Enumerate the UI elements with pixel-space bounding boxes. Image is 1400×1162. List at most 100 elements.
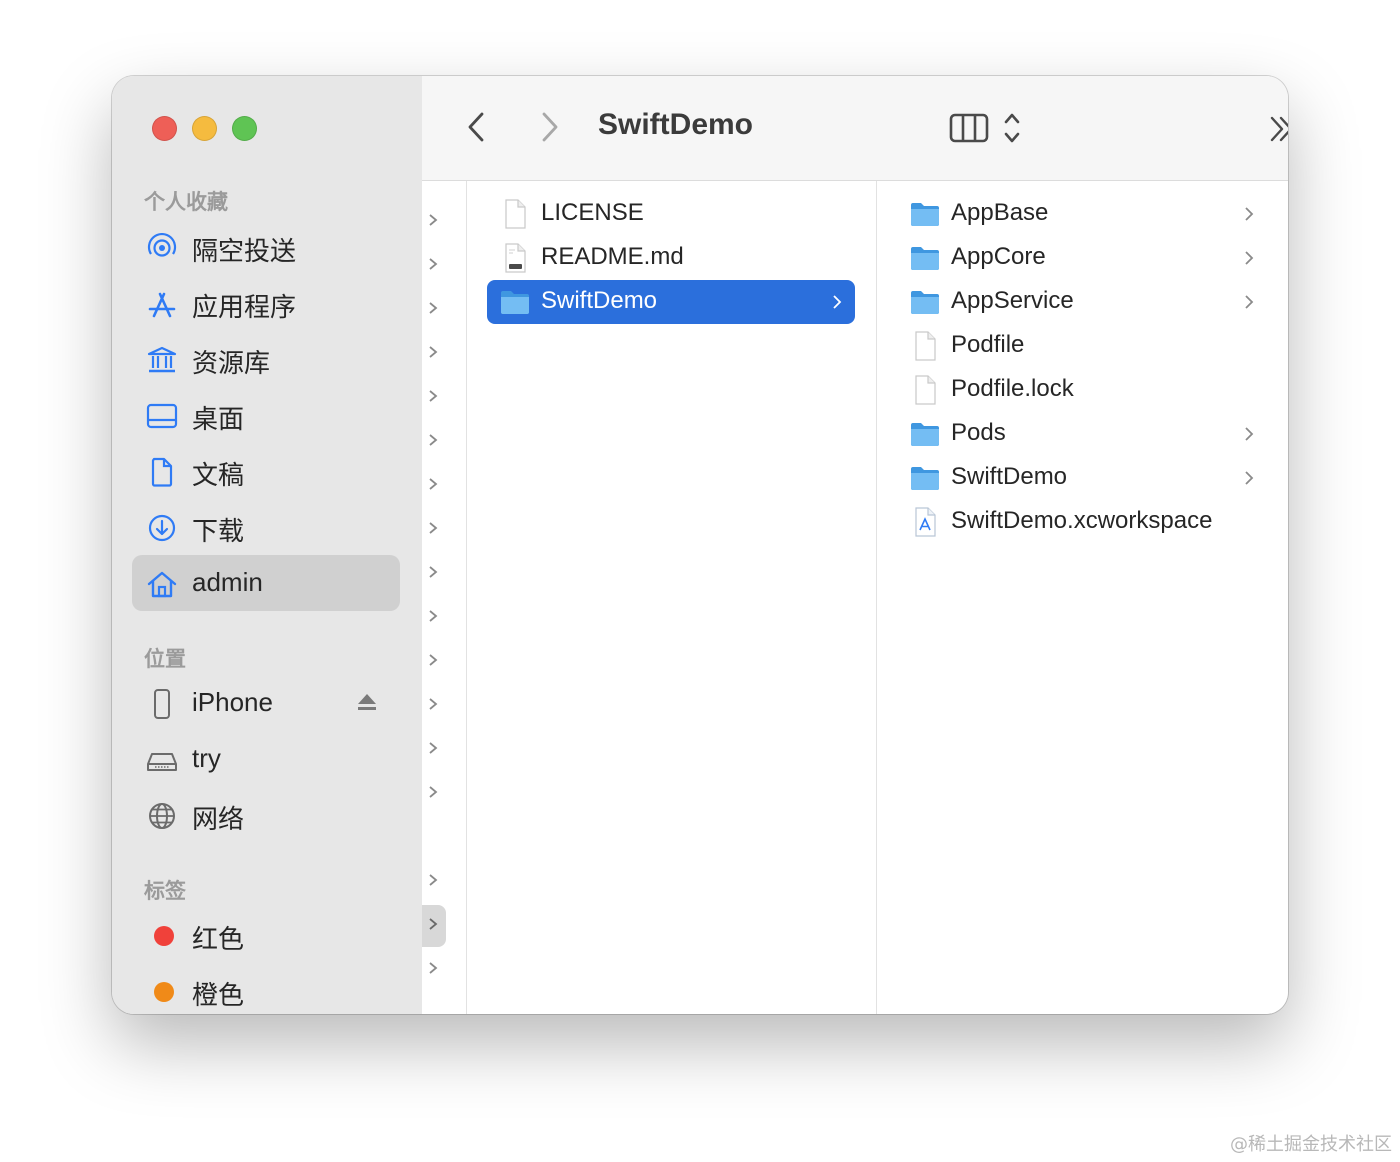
sidebar-item-label: 文稿 [192, 460, 245, 490]
list-item-label: Pods [951, 419, 1006, 446]
network-icon [149, 803, 175, 829]
zoom-window-button[interactable] [232, 116, 257, 141]
sidebar-item-library[interactable]: 资源库 [132, 331, 400, 387]
orange-tag-dot [154, 982, 174, 1002]
red-tag-dot [154, 926, 174, 946]
folder-icon [911, 467, 939, 490]
markdown-file-icon [505, 243, 526, 273]
chevron-right-icon[interactable] [426, 477, 440, 491]
list-item-pods[interactable]: Pods [897, 412, 1267, 456]
chevron-right-icon[interactable] [426, 213, 440, 227]
library-icon [147, 346, 177, 373]
download-icon [148, 514, 176, 542]
forward-button[interactable] [534, 110, 564, 144]
list-item-label: SwiftDemo [951, 463, 1068, 490]
list-item-xcworkspace[interactable]: SwiftDemo.xcworkspace [897, 500, 1267, 544]
list-item-license[interactable]: LICENSE [487, 192, 855, 236]
sidebar-item-label: 橙色 [192, 980, 245, 1010]
xcworkspace-icon [915, 507, 936, 537]
sidebar-item-network[interactable]: 网络 [132, 787, 400, 843]
chevron-right-icon [1245, 295, 1254, 309]
chevron-right-icon[interactable] [426, 609, 440, 623]
view-columns-button[interactable] [938, 110, 1022, 146]
sidebar-item-label: 网络 [192, 804, 245, 834]
chevron-right-icon [1245, 251, 1254, 265]
drive-icon [147, 753, 177, 771]
previous-column [422, 181, 467, 1014]
chevron-right-icon [1245, 207, 1254, 221]
file-icon [915, 331, 936, 361]
sidebar-item-label: admin [192, 567, 263, 597]
tags-section-title: 标签 [144, 880, 186, 903]
airdrop-icon [147, 233, 177, 257]
chevron-right-icon[interactable] [426, 301, 440, 315]
sidebar-item-tag-red[interactable]: 红色 [132, 907, 400, 963]
chevron-right-icon[interactable] [426, 565, 440, 579]
column-swiftdemo-contents: AppBase AppCore AppService Podfile Podfi… [877, 181, 1288, 1014]
eject-icon[interactable] [356, 691, 378, 713]
list-item-label: LICENSE [541, 199, 644, 226]
chevron-right-icon [1245, 427, 1254, 441]
chevron-right-icon[interactable] [426, 521, 440, 535]
list-item-label: SwiftDemo.xcworkspace [951, 507, 1213, 534]
chevron-right-icon [1245, 471, 1254, 485]
sidebar-item-iphone[interactable]: iPhone [132, 675, 400, 731]
chevron-right-icon[interactable] [426, 785, 440, 799]
list-item-label: AppCore [951, 243, 1046, 270]
chevron-right-icon[interactable] [426, 257, 440, 271]
chevron-right-icon[interactable] [426, 697, 440, 711]
folder-icon [911, 203, 939, 226]
list-item-label: AppBase [951, 199, 1049, 226]
folder-icon [911, 247, 939, 270]
sidebar-item-label: iPhone [192, 687, 273, 717]
sidebar-item-label: 下载 [192, 516, 245, 546]
folder-icon [911, 423, 939, 446]
list-item-swiftdemo-selected[interactable]: SwiftDemo [487, 280, 855, 324]
sidebar-item-admin[interactable]: admin [132, 555, 400, 611]
file-icon [505, 199, 526, 229]
finder-window: 个人收藏 隔空投送 应用程序 资源库 桌面 文稿 下载 admin 位置 iPh… [112, 76, 1288, 1014]
column-swiftdemo-root: LICENSE README.md SwiftDemo [467, 181, 877, 1014]
desktop-icon [146, 403, 178, 429]
list-item-appcore[interactable]: AppCore [897, 236, 1267, 280]
list-item-label: README.md [541, 243, 684, 270]
sidebar-item-downloads[interactable]: 下载 [132, 499, 400, 555]
back-button[interactable] [462, 110, 492, 144]
sidebar-item-desktop[interactable]: 桌面 [132, 387, 400, 443]
home-icon [147, 571, 177, 598]
close-window-button[interactable] [152, 116, 177, 141]
sidebar-item-applications[interactable]: 应用程序 [132, 275, 400, 331]
list-item-label: AppService [951, 287, 1074, 314]
sidebar-item-tag-orange[interactable]: 橙色 [132, 963, 400, 1014]
chevron-right-icon[interactable] [426, 873, 440, 887]
sidebar-item-try[interactable]: try [132, 731, 400, 787]
sidebar-item-label: 隔空投送 [192, 236, 297, 266]
locations-section-title: 位置 [144, 648, 186, 671]
file-icon [915, 375, 936, 405]
list-item-appbase[interactable]: AppBase [897, 192, 1267, 236]
folder-icon [911, 291, 939, 314]
sidebar-item-airdrop[interactable]: 隔空投送 [132, 219, 400, 275]
more-toolbar-icon[interactable] [1264, 114, 1288, 144]
chevron-right-icon[interactable] [426, 917, 440, 931]
chevron-right-icon[interactable] [426, 653, 440, 667]
chevron-right-icon[interactable] [426, 961, 440, 975]
list-item-readme[interactable]: README.md [487, 236, 855, 280]
chevron-right-icon[interactable] [426, 345, 440, 359]
sidebar-item-documents[interactable]: 文稿 [132, 443, 400, 499]
chevron-right-icon[interactable] [426, 741, 440, 755]
list-item-podfile[interactable]: Podfile [897, 324, 1267, 368]
favorites-section-title: 个人收藏 [144, 191, 228, 214]
watermark: @稀土掘金技术社区 [1230, 1134, 1392, 1155]
minimize-window-button[interactable] [192, 116, 217, 141]
chevron-right-icon[interactable] [426, 389, 440, 403]
document-icon [151, 457, 173, 487]
window-title: SwiftDemo [598, 108, 754, 141]
sidebar-item-label: 红色 [192, 924, 245, 954]
list-item-label: Podfile.lock [951, 375, 1074, 402]
list-item-swiftdemo-folder[interactable]: SwiftDemo [897, 456, 1267, 500]
sidebar: 个人收藏 隔空投送 应用程序 资源库 桌面 文稿 下载 admin 位置 iPh… [112, 76, 422, 1014]
list-item-podfile-lock[interactable]: Podfile.lock [897, 368, 1267, 412]
chevron-right-icon[interactable] [426, 433, 440, 447]
list-item-appservice[interactable]: AppService [897, 280, 1267, 324]
